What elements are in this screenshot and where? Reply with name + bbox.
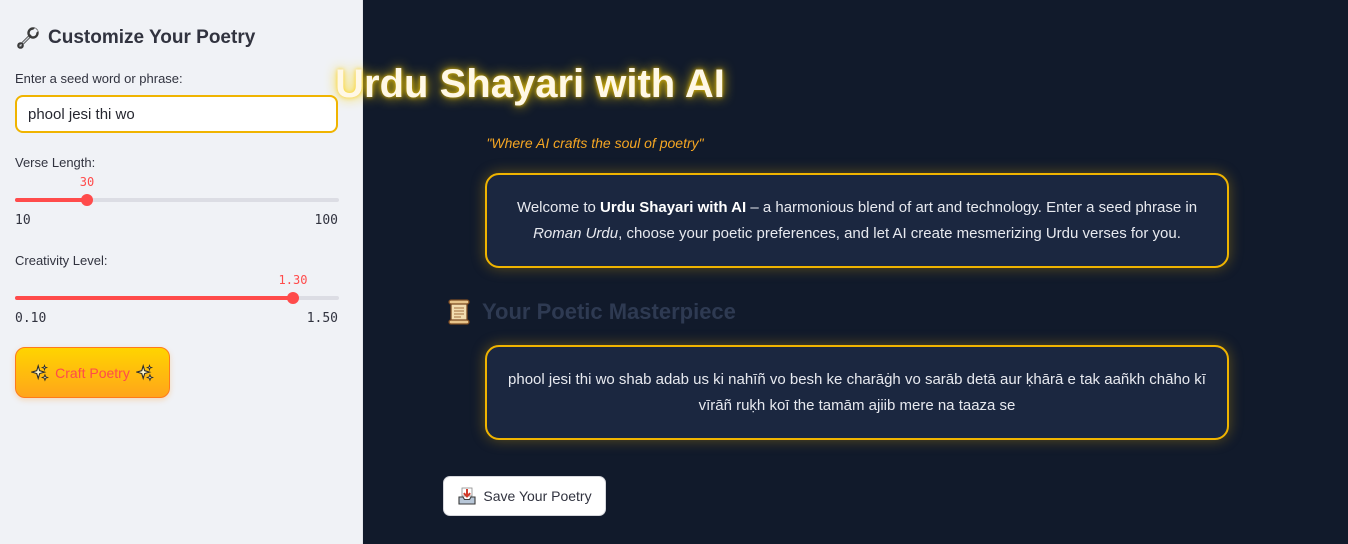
- creativity-label: Creativity Level:: [15, 253, 108, 268]
- welcome-text: Welcome to Urdu Shayari with AI – a harm…: [507, 195, 1207, 247]
- poetry-text: phool jesi thi wo shab adab us ki nahīñ …: [508, 370, 1206, 414]
- scroll-icon: [448, 299, 470, 325]
- craft-poetry-label: Craft Poetry: [55, 364, 130, 381]
- welcome-text-part: Welcome to: [516, 198, 601, 216]
- verse-length-min: 10: [15, 213, 31, 228]
- slider-thumb[interactable]: [81, 194, 93, 206]
- welcome-text-part: , choose your poetic preferences, and le…: [618, 224, 1181, 242]
- welcome-card: Welcome to Urdu Shayari with AI – a harm…: [485, 173, 1229, 268]
- verse-length-slider[interactable]: [15, 191, 339, 207]
- sidebar-header: Customize Your Poetry: [16, 26, 255, 50]
- page-title: Urdu Shayari with AI: [335, 62, 725, 106]
- verse-length-max: 100: [314, 213, 338, 228]
- sparkles-icon: [135, 363, 154, 382]
- section-title: Your Poetic Masterpiece: [482, 299, 736, 324]
- save-poetry-label: Save Your Poetry: [483, 488, 592, 504]
- verse-length-label: Verse Length:: [15, 155, 96, 170]
- welcome-roman-urdu: Roman Urdu: [533, 224, 619, 242]
- slider-thumb[interactable]: [287, 292, 299, 304]
- wrench-icon: [17, 27, 39, 49]
- sidebar-title: Customize Your Poetry: [48, 27, 256, 48]
- creativity-value: 1.30: [278, 273, 308, 287]
- section-header: Your Poetic Masterpiece: [446, 298, 736, 326]
- save-poetry-button[interactable]: Save Your Poetry: [443, 476, 606, 516]
- inbox-tray-icon: [458, 487, 476, 505]
- slider-fill: [15, 198, 87, 202]
- welcome-text-part: – a harmonious blend of art and technolo…: [746, 198, 1198, 216]
- sparkles-icon: [31, 363, 50, 382]
- creativity-slider[interactable]: [15, 289, 339, 305]
- craft-poetry-button[interactable]: Craft Poetry: [15, 347, 170, 398]
- poetry-card: phool jesi thi wo shab adab us ki nahīñ …: [485, 345, 1229, 440]
- slider-fill: [15, 296, 293, 300]
- creativity-min: 0.10: [15, 311, 47, 326]
- creativity-max: 1.50: [306, 311, 338, 326]
- welcome-app-name: Urdu Shayari with AI: [600, 198, 747, 216]
- tagline: "Where AI crafts the soul of poetry": [486, 135, 704, 151]
- verse-length-value: 30: [79, 175, 95, 189]
